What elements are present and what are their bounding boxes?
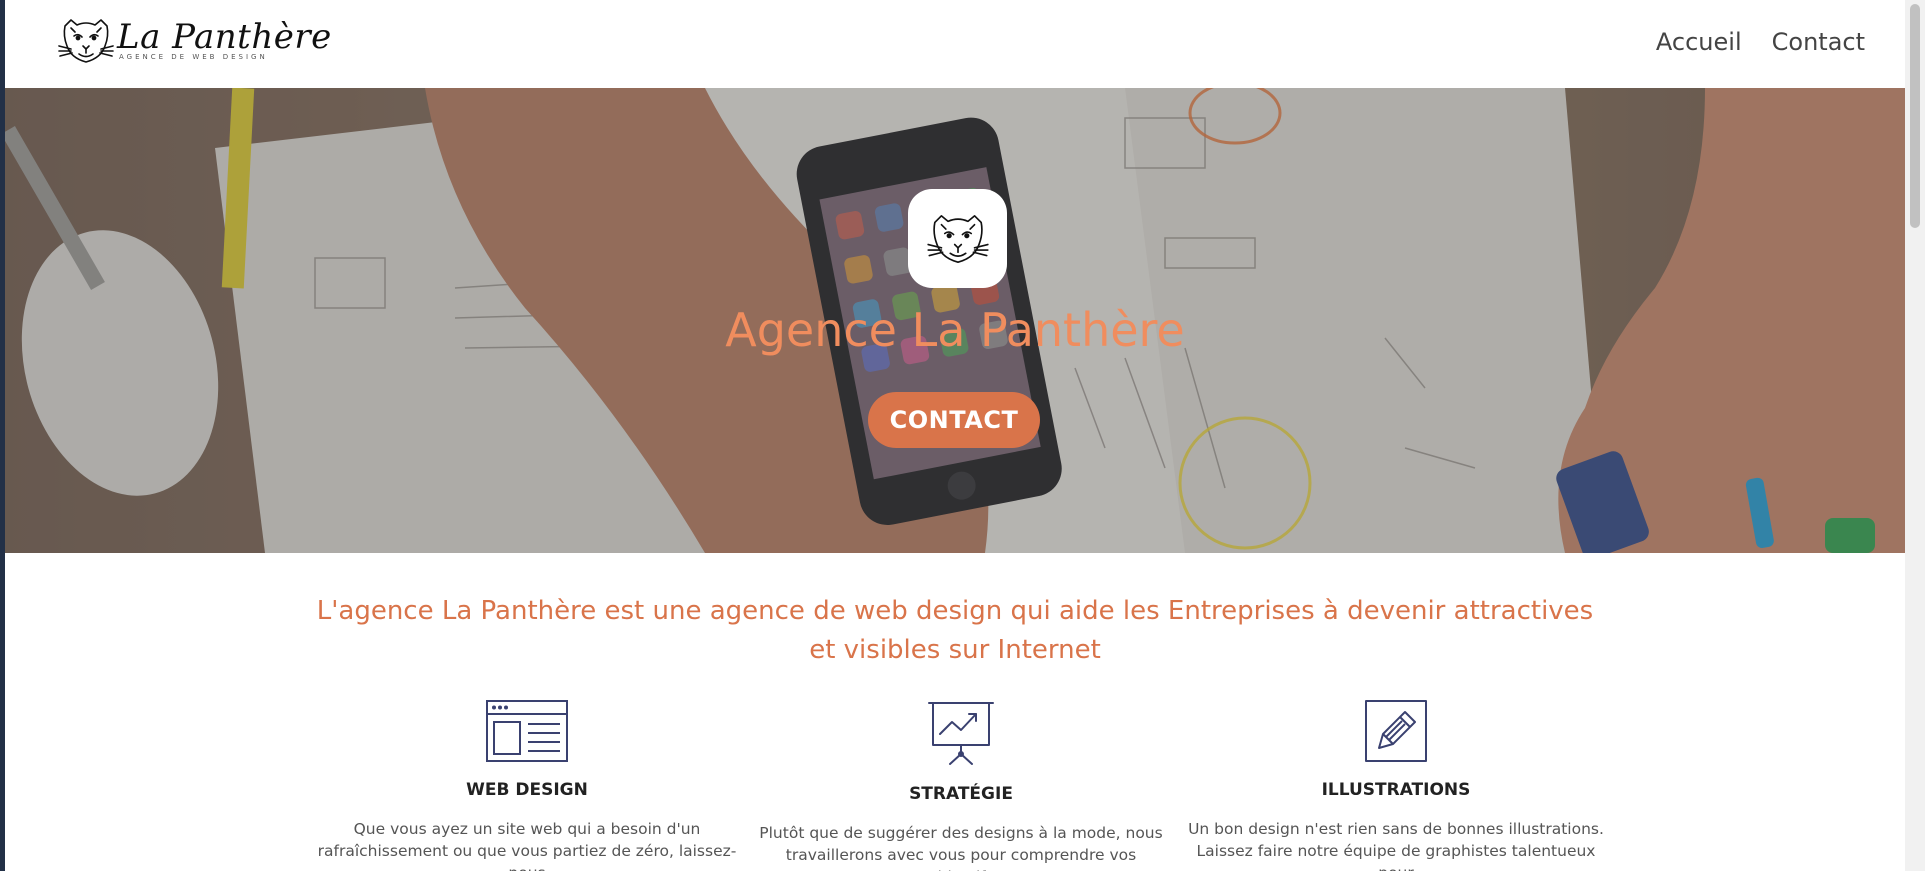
pencil-edit-icon <box>1365 700 1427 762</box>
page: La Panthère AGENCE DE WEB DESIGN Accueil… <box>5 0 1905 871</box>
service-web-design: WEB DESIGN Que vous ayez un site web qui… <box>317 700 737 871</box>
presentation-chart-icon <box>928 702 994 765</box>
service-title: WEB DESIGN <box>466 780 588 800</box>
hero-logo <box>908 189 1007 288</box>
service-strategie: STRATÉGIE Plutôt que de suggérer des des… <box>751 700 1171 871</box>
panther-logo-icon <box>926 214 989 263</box>
service-description-line: Laissez faire notre équipe de graphistes… <box>1196 842 1596 871</box>
nav-accueil[interactable]: Accueil <box>1656 28 1742 56</box>
brand-name: La Panthère <box>117 17 332 57</box>
scrollbar-thumb[interactable] <box>1910 4 1920 228</box>
vertical-scrollbar[interactable] <box>1905 0 1925 871</box>
brand-text: La Panthère AGENCE DE WEB DESIGN <box>117 17 332 61</box>
service-title: STRATÉGIE <box>909 784 1013 804</box>
service-description: Que vous ayez un site web qui a besoin d… <box>317 818 737 871</box>
service-description-line: travaillerons avec vous pour comprendre … <box>785 846 1137 871</box>
browser-layout-icon <box>486 700 568 762</box>
service-description-line: Plutôt que de suggérer des designs à la … <box>759 824 1163 842</box>
navbar: La Panthère AGENCE DE WEB DESIGN Accueil… <box>5 0 1905 88</box>
service-description-line: Un bon design n'est rien sans de bonnes … <box>1188 820 1604 838</box>
intro-text: L'agence La Panthère est une agence de w… <box>316 596 1594 665</box>
service-description-line: Que vous ayez un site web qui a besoin d… <box>353 820 701 838</box>
brand-tagline: AGENCE DE WEB DESIGN <box>119 53 268 61</box>
service-description: Un bon design n'est rien sans de bonnes … <box>1186 818 1606 871</box>
service-description-line: rafraîchissement ou que vous partiez de … <box>317 842 737 871</box>
service-description: Plutôt que de suggérer des designs à la … <box>751 822 1171 871</box>
panther-logo-icon <box>58 19 114 63</box>
hero-section: Agence La Panthère CONTACT <box>5 88 1905 553</box>
service-illustrations: ILLUSTRATIONS Un bon design n'est rien s… <box>1186 700 1606 871</box>
contact-cta-button[interactable]: CONTACT <box>868 392 1040 448</box>
service-title: ILLUSTRATIONS <box>1321 780 1471 800</box>
brand-logo[interactable]: La Panthère AGENCE DE WEB DESIGN <box>57 16 332 66</box>
main-nav: Accueil Contact <box>1656 28 1865 56</box>
hero-title: Agence La Panthère <box>725 303 1185 357</box>
nav-contact[interactable]: Contact <box>1772 28 1865 56</box>
